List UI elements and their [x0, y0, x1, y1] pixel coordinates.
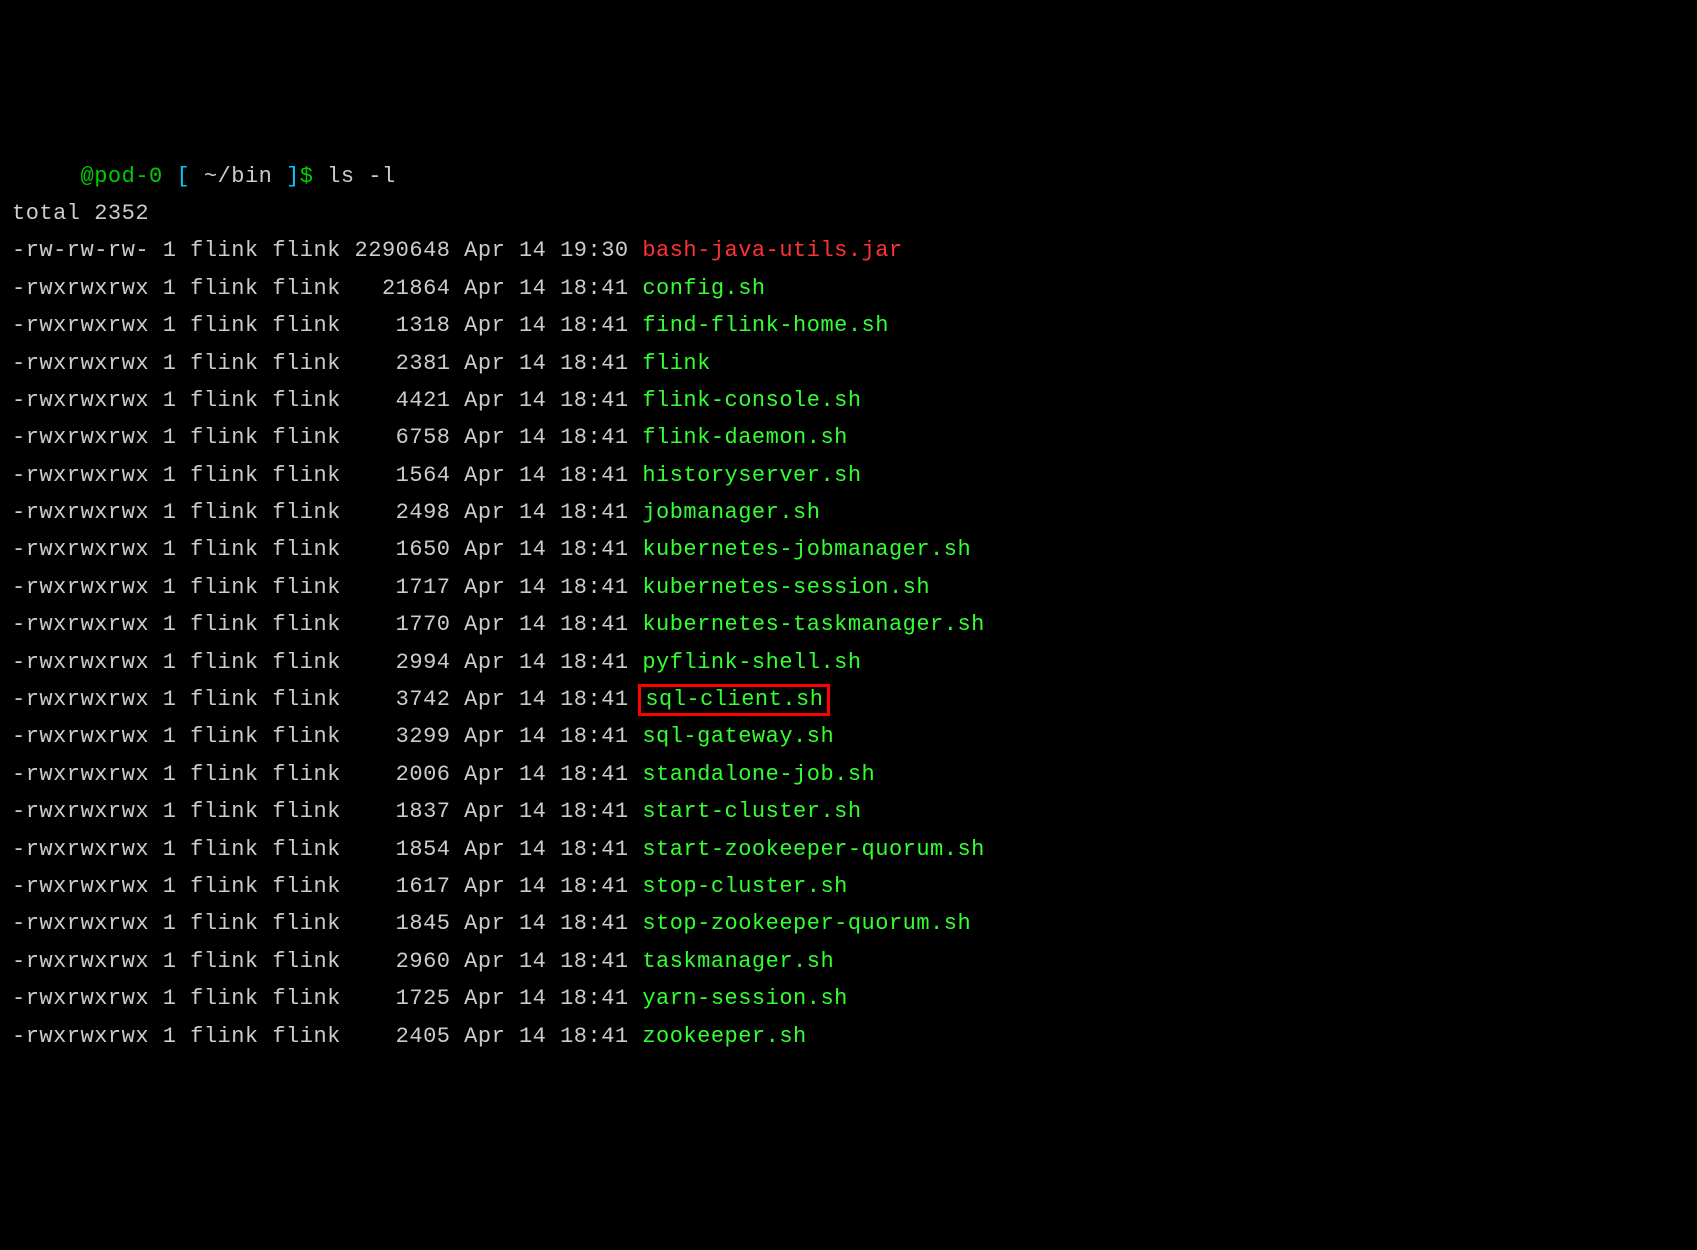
- file-meta: -rwxrwxrwx 1 flink flink 2498 Apr 14 18:…: [12, 500, 642, 525]
- file-meta: -rwxrwxrwx 1 flink flink 6758 Apr 14 18:…: [12, 425, 642, 450]
- file-row: -rwxrwxrwx 1 flink flink 4421 Apr 14 18:…: [12, 382, 1685, 419]
- file-name: stop-cluster.sh: [642, 874, 848, 899]
- file-name: bash-java-utils.jar: [642, 238, 902, 263]
- file-meta: -rwxrwxrwx 1 flink flink 3299 Apr 14 18:…: [12, 724, 642, 749]
- file-row: -rwxrwxrwx 1 flink flink 2381 Apr 14 18:…: [12, 345, 1685, 382]
- file-row: -rwxrwxrwx 1 flink flink 2006 Apr 14 18:…: [12, 756, 1685, 793]
- file-name: kubernetes-taskmanager.sh: [642, 612, 985, 637]
- file-name: flink: [642, 351, 711, 376]
- file-meta: -rwxrwxrwx 1 flink flink 1837 Apr 14 18:…: [12, 799, 642, 824]
- prompt-path: ~/bin: [204, 164, 273, 189]
- file-row: -rw-rw-rw- 1 flink flink 2290648 Apr 14 …: [12, 232, 1685, 269]
- file-row: -rwxrwxrwx 1 flink flink 1617 Apr 14 18:…: [12, 868, 1685, 905]
- file-meta: -rwxrwxrwx 1 flink flink 2994 Apr 14 18:…: [12, 650, 642, 675]
- file-row: -rwxrwxrwx 1 flink flink 1725 Apr 14 18:…: [12, 980, 1685, 1017]
- file-meta: -rwxrwxrwx 1 flink flink 1617 Apr 14 18:…: [12, 874, 642, 899]
- file-meta: -rwxrwxrwx 1 flink flink 1854 Apr 14 18:…: [12, 837, 642, 862]
- file-meta: -rwxrwxrwx 1 flink flink 4421 Apr 14 18:…: [12, 388, 642, 413]
- total-line: total 2352: [12, 195, 1685, 232]
- file-name: flink-daemon.sh: [642, 425, 848, 450]
- file-meta: -rwxrwxrwx 1 flink flink 2006 Apr 14 18:…: [12, 762, 642, 787]
- file-meta: -rwxrwxrwx 1 flink flink 1717 Apr 14 18:…: [12, 575, 642, 600]
- file-name: start-cluster.sh: [642, 799, 861, 824]
- file-meta: -rwxrwxrwx 1 flink flink 1564 Apr 14 18:…: [12, 463, 642, 488]
- file-meta: -rwxrwxrwx 1 flink flink 2960 Apr 14 18:…: [12, 949, 642, 974]
- file-name: jobmanager.sh: [642, 500, 820, 525]
- file-name: flink-console.sh: [642, 388, 861, 413]
- file-name: find-flink-home.sh: [642, 313, 889, 338]
- file-row: -rwxrwxrwx 1 flink flink 1318 Apr 14 18:…: [12, 307, 1685, 344]
- terminal-output[interactable]: @pod-0 [ ~/bin ]$ ls -ltotal 2352-rw-rw-…: [12, 158, 1685, 1055]
- file-listing: -rw-rw-rw- 1 flink flink 2290648 Apr 14 …: [12, 232, 1685, 1055]
- file-row: -rwxrwxrwx 1 flink flink 1854 Apr 14 18:…: [12, 831, 1685, 868]
- file-name: zookeeper.sh: [642, 1024, 806, 1049]
- file-meta: -rwxrwxrwx 1 flink flink 3742 Apr 14 18:…: [12, 687, 642, 712]
- file-name: yarn-session.sh: [642, 986, 848, 1011]
- file-meta: -rwxrwxrwx 1 flink flink 2381 Apr 14 18:…: [12, 351, 642, 376]
- file-name: historyserver.sh: [642, 463, 861, 488]
- file-row: -rwxrwxrwx 1 flink flink 2994 Apr 14 18:…: [12, 644, 1685, 681]
- file-name: sql-client.sh: [645, 687, 823, 712]
- file-row: -rwxrwxrwx 1 flink flink 3742 Apr 14 18:…: [12, 681, 1685, 718]
- prompt-line: @pod-0 [ ~/bin ]$ ls -l: [12, 158, 1685, 195]
- file-meta: -rwxrwxrwx 1 flink flink 1845 Apr 14 18:…: [12, 911, 642, 936]
- file-meta: -rwxrwxrwx 1 flink flink 2405 Apr 14 18:…: [12, 1024, 642, 1049]
- file-name: standalone-job.sh: [642, 762, 875, 787]
- file-name: pyflink-shell.sh: [642, 650, 861, 675]
- file-row: -rwxrwxrwx 1 flink flink 2405 Apr 14 18:…: [12, 1018, 1685, 1055]
- file-name: kubernetes-session.sh: [642, 575, 930, 600]
- file-row: -rwxrwxrwx 1 flink flink 1837 Apr 14 18:…: [12, 793, 1685, 830]
- file-row: -rwxrwxrwx 1 flink flink 1717 Apr 14 18:…: [12, 569, 1685, 606]
- file-row: -rwxrwxrwx 1 flink flink 3299 Apr 14 18:…: [12, 718, 1685, 755]
- prompt-dollar: $: [300, 164, 314, 189]
- file-name: start-zookeeper-quorum.sh: [642, 837, 985, 862]
- file-meta: -rwxrwxrwx 1 flink flink 1770 Apr 14 18:…: [12, 612, 642, 637]
- file-row: -rwxrwxrwx 1 flink flink 1564 Apr 14 18:…: [12, 457, 1685, 494]
- file-row: -rwxrwxrwx 1 flink flink 6758 Apr 14 18:…: [12, 419, 1685, 456]
- file-meta: -rwxrwxrwx 1 flink flink 1650 Apr 14 18:…: [12, 537, 642, 562]
- file-meta: -rwxrwxrwx 1 flink flink 21864 Apr 14 18…: [12, 276, 642, 301]
- file-name: taskmanager.sh: [642, 949, 834, 974]
- file-meta: -rwxrwxrwx 1 flink flink 1318 Apr 14 18:…: [12, 313, 642, 338]
- file-meta: -rw-rw-rw- 1 flink flink 2290648 Apr 14 …: [12, 238, 642, 263]
- file-name: stop-zookeeper-quorum.sh: [642, 911, 971, 936]
- file-row: -rwxrwxrwx 1 flink flink 1650 Apr 14 18:…: [12, 531, 1685, 568]
- prompt-bracket-close: ]: [286, 164, 300, 189]
- file-meta: -rwxrwxrwx 1 flink flink 1725 Apr 14 18:…: [12, 986, 642, 1011]
- file-name: config.sh: [642, 276, 765, 301]
- file-name: sql-gateway.sh: [642, 724, 834, 749]
- highlight-box: sql-client.sh: [638, 684, 830, 716]
- prompt-host: @pod-0: [81, 164, 163, 189]
- file-row: -rwxrwxrwx 1 flink flink 1845 Apr 14 18:…: [12, 905, 1685, 942]
- file-row: -rwxrwxrwx 1 flink flink 21864 Apr 14 18…: [12, 270, 1685, 307]
- file-row: -rwxrwxrwx 1 flink flink 1770 Apr 14 18:…: [12, 606, 1685, 643]
- file-row: -rwxrwxrwx 1 flink flink 2960 Apr 14 18:…: [12, 943, 1685, 980]
- command-text: ls -l: [327, 164, 396, 189]
- prompt-bracket-open: [: [176, 164, 190, 189]
- file-name: kubernetes-jobmanager.sh: [642, 537, 971, 562]
- file-row: -rwxrwxrwx 1 flink flink 2498 Apr 14 18:…: [12, 494, 1685, 531]
